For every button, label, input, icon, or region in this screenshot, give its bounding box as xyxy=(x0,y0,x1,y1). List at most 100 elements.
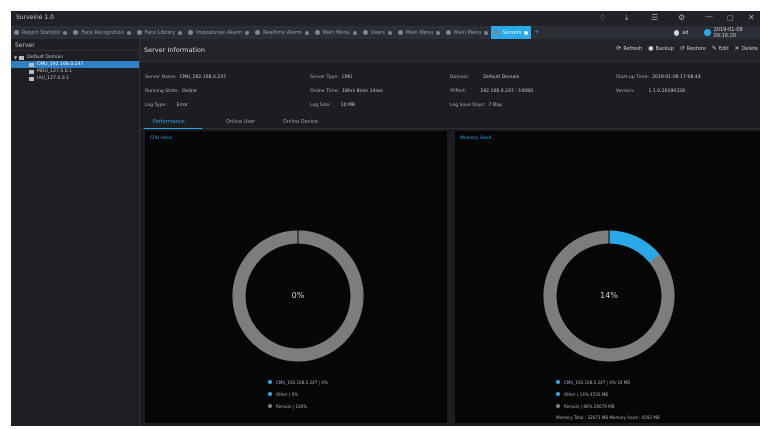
legend-text: CMU_192.168.0.247 | 0% xyxy=(276,379,328,385)
tab-close-icon[interactable] xyxy=(304,30,309,35)
main-content: Server Information ⟳ Refresh ● Backup ↺ Res… xyxy=(140,39,760,426)
info-version: Version: 1.1.0.20190328 xyxy=(616,89,685,94)
tab-main-menu[interactable]: Main Menu xyxy=(312,26,360,39)
tab-icon xyxy=(494,30,500,35)
tab-label: Realtime Alarm xyxy=(263,29,302,36)
info-label: Server Name: xyxy=(145,75,177,80)
tab-close-icon[interactable] xyxy=(484,30,489,35)
info-value: 18hrs 8min 14sec xyxy=(342,89,384,94)
tab-label: Impostunan Alarm xyxy=(196,29,243,36)
tree-root-default-domain[interactable]: ▼ Default Domain xyxy=(11,54,139,61)
tab-impostunan-alarm[interactable]: Impostunan Alarm xyxy=(185,26,252,39)
info-label: Log Save Days: xyxy=(450,103,486,108)
info-log-type: Log Type: Error xyxy=(145,103,188,108)
pencil-icon: ✎ xyxy=(711,45,717,52)
edit-button[interactable]: ✎ Edit xyxy=(712,45,729,52)
restore-button[interactable]: ↺ Restore xyxy=(680,45,706,52)
legend-item: CMU_192.168.0.247 | 0% xyxy=(268,376,328,388)
memory-legend: CMU_192.168.0.247 | 0% 34 MB Other | 14% … xyxy=(556,376,660,422)
info-value: 2019-01-08 17:08:44 xyxy=(651,75,701,80)
sidebar-header: Server xyxy=(11,39,139,51)
info-value: Error xyxy=(176,103,188,108)
close-icon[interactable]: ✕ xyxy=(748,13,755,23)
tab-face-recognition[interactable]: Face Recognition xyxy=(70,26,133,39)
cpu-legend: CMU_192.168.0.247 | 0% Other | 0% Remain |… xyxy=(268,376,328,412)
info-value: CMU_192.168.0.247 xyxy=(179,75,227,80)
tab-icon xyxy=(14,30,19,35)
tab-realtime-alarm[interactable]: Realtime Alarm xyxy=(252,26,311,39)
tab-performance[interactable]: Performance xyxy=(153,119,185,125)
info-value: 192.168.0.247 : 10080 xyxy=(480,89,534,94)
legend-item: Remain | 100% xyxy=(268,400,328,412)
app-window: Surveine 1.0 ♢ ⤓ ☰ ⚙ — □ ✕ Report Statis… xyxy=(11,11,760,426)
add-tab-button[interactable]: + xyxy=(531,29,542,36)
globe-icon xyxy=(704,29,711,36)
legend-item: Other | 14% 4556 MB xyxy=(556,388,660,400)
tab-close-icon[interactable] xyxy=(436,30,441,35)
info-label: Online Time: xyxy=(310,89,340,94)
backup-button[interactable]: ● Backup xyxy=(648,45,674,52)
restore-icon: ↺ xyxy=(679,45,685,52)
datetime: 2019-01-08 09:16:20 xyxy=(713,26,743,39)
gear-icon[interactable]: ⚙ xyxy=(678,13,685,23)
tab-main-menu[interactable]: Main Menu xyxy=(395,26,443,39)
user-name[interactable]: ad xyxy=(682,30,688,36)
info-online-time: Online Time: 18hrs 8min 14sec xyxy=(310,89,383,94)
tab-users[interactable]: Users xyxy=(360,26,395,39)
tab-label: Report Statistic xyxy=(22,29,61,36)
download-icon[interactable]: ⤓ xyxy=(625,13,629,23)
tab-report-statistic[interactable]: Report Statistic xyxy=(11,26,70,39)
tab-online-device[interactable]: Online Device xyxy=(283,119,318,125)
cpu-panel: CPU Used 0% CMU_192.168.0.247 | 0% Other … xyxy=(145,131,447,423)
delete-button[interactable]: ✕ Delete xyxy=(735,45,758,52)
tab-close-icon[interactable] xyxy=(126,30,131,35)
tree-item-server[interactable]: CMU_192.168.0.247 xyxy=(11,61,139,68)
maximize-icon[interactable]: □ xyxy=(727,13,734,23)
legend-swatch xyxy=(268,380,272,384)
minimize-icon[interactable]: — xyxy=(705,12,713,22)
legend-swatch xyxy=(556,380,560,384)
info-log-save-days: Log Save Days: 7 Day xyxy=(450,103,502,108)
legend-item: CMU_192.168.0.247 | 0% 34 MB xyxy=(556,376,660,388)
tab-close-icon[interactable] xyxy=(524,30,529,35)
memory-center-label: 14% xyxy=(600,291,618,300)
memory-panel: Memory Used 14% CMU_192.168.0.247 | 0% 3… xyxy=(455,131,760,423)
tab-online-user[interactable]: Online User xyxy=(226,119,255,125)
info-label: Domain: xyxy=(450,75,470,80)
info-log-size: Log Size: 10 MB xyxy=(310,103,355,108)
tab-label: Face Library xyxy=(144,29,176,36)
backup-icon: ● xyxy=(648,45,654,52)
tab-close-icon[interactable] xyxy=(63,30,68,35)
caret-down-icon[interactable]: ▼ xyxy=(14,55,17,60)
tab-label: Servers xyxy=(502,29,522,36)
info-label: Start-up Time: xyxy=(616,75,649,80)
tab-main-menu[interactable]: Main Menu xyxy=(443,26,491,39)
info-label: Version: xyxy=(616,89,635,94)
info-label: Log Type: xyxy=(145,103,167,108)
tab-icon xyxy=(314,30,320,35)
tree-item-server[interactable]: MDU_127.0.0.1 xyxy=(11,68,139,75)
info-running-state: Running State: Online xyxy=(145,89,197,94)
menu-icon[interactable]: ☰ xyxy=(651,13,658,23)
info-value: CMU xyxy=(341,75,353,80)
info-label: IP/Port: xyxy=(450,89,467,94)
tab-label: Main Menu xyxy=(405,29,434,36)
tab-close-icon[interactable] xyxy=(178,30,183,35)
tree-item-server[interactable]: IAU_127.0.0.1 xyxy=(11,75,139,82)
tab-label: Users xyxy=(370,29,385,36)
legend-text: Other | 0% xyxy=(276,391,299,397)
edit-label: Edit xyxy=(718,45,729,52)
tab-face-library[interactable]: Face Library xyxy=(134,26,185,39)
tab-close-icon[interactable] xyxy=(387,30,392,35)
refresh-button[interactable]: ⟳ Refresh xyxy=(616,45,642,52)
tab-close-icon[interactable] xyxy=(245,30,250,35)
bell-icon[interactable]: ♢ xyxy=(599,13,606,23)
tree-item-label: CMU_192.168.0.247 xyxy=(37,62,84,67)
tab-icon xyxy=(397,30,403,35)
tab-icon xyxy=(446,30,452,35)
app-title: Surveine 1.0 xyxy=(16,14,54,21)
tab-servers[interactable]: Servers xyxy=(491,26,532,39)
tab-close-icon[interactable] xyxy=(352,30,357,35)
server-info-grid: Server Name: CMU_192.168.0.247 Server Typ… xyxy=(145,75,755,115)
info-ip-port: IP/Port: 192.168.0.247 : 10080 xyxy=(450,89,533,94)
